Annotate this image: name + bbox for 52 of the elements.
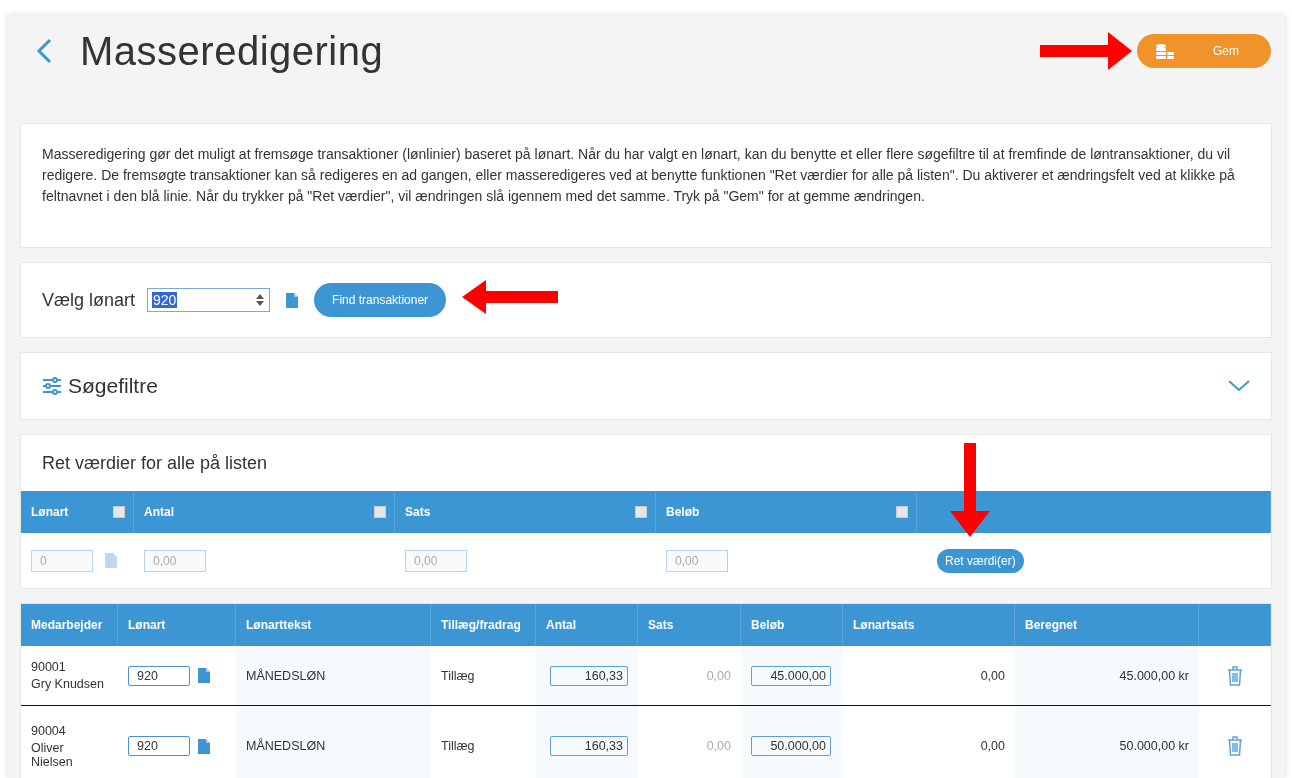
number-field[interactable]: 920 — [147, 288, 271, 312]
table-cell: 50.000,00 kr — [1015, 706, 1199, 778]
input-field[interactable]: 160,33 — [550, 665, 628, 686]
column-header: Lønart — [118, 604, 236, 646]
table-cell: MÅNEDSLØN — [236, 646, 431, 706]
document-icon[interactable] — [198, 668, 210, 683]
column-header: Sats — [405, 505, 431, 519]
employee-name: Oliver Nielsen — [31, 740, 74, 769]
section-title: Ret værdier for alle på listen — [42, 453, 268, 475]
column-header: Beregnet — [1015, 604, 1199, 646]
table-cell: MÅNEDSLØN — [236, 706, 431, 778]
info-text: Masseredigering gør det muligt at fremsøge transaktioner (lønlinier) baseret på lønart. Når du har valgt en lønart, kan du benytte et eller flere søgefiltre til at fremfinde de løntransaktioner, du vil redigere. De fremsøgte transaktioner kan så redigeres en ad gangen, eller masseredigeres ved at benytte funktionen "Ret værdier for alle på listen". Du aktiverer et ændringsfelt ved at klikke på feltnavnet i den blå linie. Når du trykker på "Ret værdier", vil ændringen slå igennem med det samme. Tryk på "Gem" for at gemme ændringen. — [42, 145, 1236, 206]
column-header: Tillæg/fradrag — [431, 604, 536, 646]
employee-name: Gry Knudsen — [31, 677, 104, 691]
chevron-icon[interactable] — [1228, 380, 1250, 392]
table-cell-text: Tillæg — [440, 738, 476, 755]
spinner-icon[interactable] — [255, 293, 266, 307]
column-header: Antal — [536, 604, 638, 646]
trash-icon[interactable] — [1227, 736, 1243, 756]
field-label: Vælg lønart — [42, 289, 136, 311]
input-field[interactable]: 920 — [128, 736, 190, 756]
filter-panel[interactable]: Søgefiltre — [20, 352, 1272, 420]
trash-icon[interactable] — [1227, 665, 1243, 686]
column-header: Sats — [638, 604, 741, 646]
employee-id: 90001 — [31, 660, 67, 674]
column-header: Lønartsats — [843, 604, 1015, 646]
input-field[interactable]: 45.000,00 — [751, 665, 831, 686]
checkbox[interactable] — [113, 506, 125, 518]
section-title: Søgefiltre — [68, 374, 159, 398]
input-field[interactable]: 50.000,00 — [751, 736, 831, 756]
page-title: Masseredigering — [80, 28, 384, 74]
filter-icon — [42, 377, 62, 395]
document-icon[interactable] — [198, 738, 210, 754]
column-header: Lønart — [31, 505, 69, 519]
input-field[interactable]: 160,33 — [550, 736, 628, 756]
column-header: Medarbejder — [21, 604, 118, 646]
coins-icon — [1155, 42, 1175, 60]
input-field[interactable]: 920 — [128, 665, 190, 686]
checkbox[interactable] — [896, 506, 908, 518]
column-header: Beløb — [666, 505, 700, 519]
column-header: Lønarttekst — [236, 604, 431, 646]
checkbox[interactable] — [374, 506, 386, 518]
table-cell-text: 0,00 — [705, 738, 732, 755]
checkbox[interactable] — [635, 506, 647, 518]
employee-id: 90004 — [31, 723, 67, 738]
document-icon[interactable] — [286, 292, 299, 308]
column-header: Beløb — [741, 604, 843, 646]
column-header — [1199, 604, 1271, 646]
column-header: Antal — [144, 505, 174, 519]
document-icon[interactable] — [105, 553, 117, 568]
table-cell-text: 0,00 — [979, 738, 1006, 755]
table-cell: 45.000,00 kr — [1015, 646, 1199, 706]
